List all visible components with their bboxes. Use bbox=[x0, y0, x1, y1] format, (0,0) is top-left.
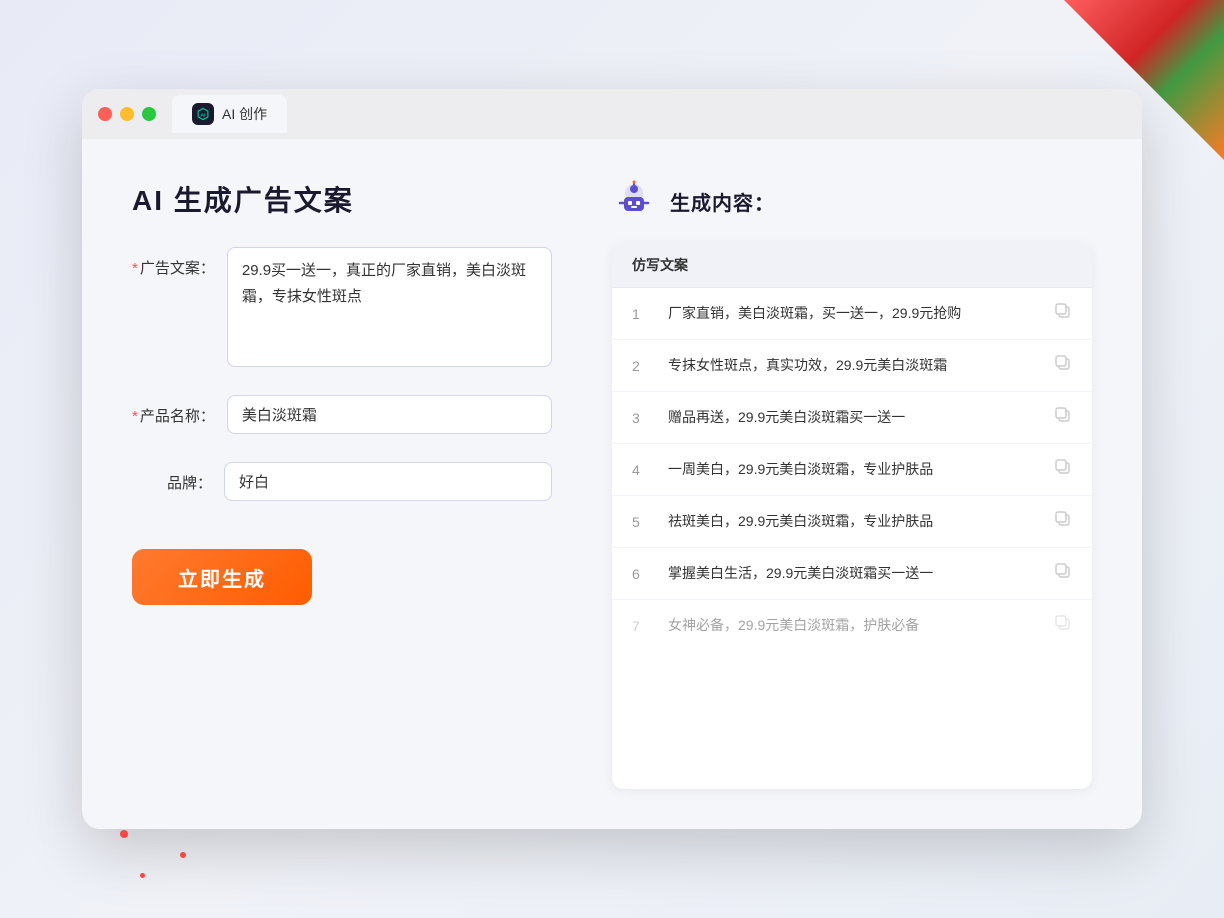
product-name-group: *产品名称： bbox=[132, 395, 552, 434]
table-row: 5 祛斑美白，29.9元美白淡斑霜，专业护肤品 bbox=[612, 496, 1092, 548]
row-number: 2 bbox=[632, 358, 652, 374]
row-text: 赠品再送，29.9元美白淡斑霜买一送一 bbox=[668, 407, 1038, 428]
table-row: 4 一周美白，29.9元美白淡斑霜，专业护肤品 bbox=[612, 444, 1092, 496]
table-rows-container: 1 厂家直销，美白淡斑霜，买一送一，29.9元抢购 2 专抹女性斑点，真实功效，29… bbox=[612, 288, 1092, 651]
row-number: 4 bbox=[632, 462, 652, 478]
left-panel: AI 生成广告文案 *广告文案： 29.9买一送一，真正的厂家直销，美白淡斑霜，… bbox=[132, 179, 552, 789]
tab-label: AI 创作 bbox=[222, 104, 267, 124]
svg-text:AI: AI bbox=[201, 112, 207, 118]
row-number: 5 bbox=[632, 514, 652, 530]
ad-copy-label: *广告文案： bbox=[132, 247, 215, 278]
copy-icon[interactable] bbox=[1054, 354, 1072, 377]
table-header: 仿写文案 bbox=[612, 243, 1092, 288]
generate-button[interactable]: 立即生成 bbox=[132, 549, 312, 605]
main-content: AI 生成广告文案 *广告文案： 29.9买一送一，真正的厂家直销，美白淡斑霜，… bbox=[82, 139, 1142, 829]
row-text: 一周美白，29.9元美白淡斑霜，专业护肤品 bbox=[668, 459, 1038, 480]
table-row: 1 厂家直销，美白淡斑霜，买一送一，29.9元抢购 bbox=[612, 288, 1092, 340]
decorative-dot-1 bbox=[120, 830, 128, 838]
table-row: 6 掌握美白生活，29.9元美白淡斑霜买一送一 bbox=[612, 548, 1092, 600]
row-number: 7 bbox=[632, 618, 652, 634]
table-row: 3 赠品再送，29.9元美白淡斑霜买一送一 bbox=[612, 392, 1092, 444]
table-row: 7 女神必备，29.9元美白淡斑霜，护肤必备 bbox=[612, 600, 1092, 651]
copy-icon[interactable] bbox=[1054, 458, 1072, 481]
copy-icon[interactable] bbox=[1054, 562, 1072, 585]
ad-copy-input[interactable]: 29.9买一送一，真正的厂家直销，美白淡斑霜，专抹女性斑点 bbox=[227, 247, 552, 367]
copy-icon[interactable] bbox=[1054, 406, 1072, 429]
ad-copy-group: *广告文案： 29.9买一送一，真正的厂家直销，美白淡斑霜，专抹女性斑点 bbox=[132, 247, 552, 367]
ai-logo-icon: AI bbox=[192, 103, 214, 125]
row-number: 6 bbox=[632, 566, 652, 582]
brand-input[interactable] bbox=[224, 462, 552, 501]
copy-icon[interactable] bbox=[1054, 614, 1072, 637]
result-section-title: 生成内容： bbox=[670, 187, 775, 216]
required-star-product: * bbox=[132, 408, 138, 425]
decorative-dot-3 bbox=[140, 873, 145, 878]
product-name-input[interactable] bbox=[227, 395, 552, 434]
product-name-label: *产品名称： bbox=[132, 395, 215, 426]
browser-window: AI AI 创作 AI 生成广告文案 *广告文案： 29.9买一送一，真正的厂家… bbox=[82, 89, 1142, 829]
row-text: 祛斑美白，29.9元美白淡斑霜，专业护肤品 bbox=[668, 511, 1038, 532]
close-button[interactable] bbox=[98, 107, 112, 121]
minimize-button[interactable] bbox=[120, 107, 134, 121]
row-number: 3 bbox=[632, 410, 652, 426]
brand-group: 品牌： bbox=[132, 462, 552, 501]
copy-icon[interactable] bbox=[1054, 302, 1072, 325]
brand-label: 品牌： bbox=[132, 462, 212, 493]
row-number: 1 bbox=[632, 306, 652, 322]
right-panel: 生成内容： 仿写文案 1 厂家直销，美白淡斑霜，买一送一，29.9元抢购 2 专抹女… bbox=[612, 179, 1092, 789]
required-star-ad: * bbox=[132, 260, 138, 277]
decorative-dot-2 bbox=[180, 852, 186, 858]
table-row: 2 专抹女性斑点，真实功效，29.9元美白淡斑霜 bbox=[612, 340, 1092, 392]
result-header: 生成内容： bbox=[612, 179, 1092, 223]
copy-icon[interactable] bbox=[1054, 510, 1072, 533]
row-text: 女神必备，29.9元美白淡斑霜，护肤必备 bbox=[668, 615, 1038, 636]
active-tab[interactable]: AI AI 创作 bbox=[172, 95, 287, 133]
page-title: AI 生成广告文案 bbox=[132, 179, 552, 219]
result-table: 仿写文案 1 厂家直销，美白淡斑霜，买一送一，29.9元抢购 2 专抹女性斑点，真实… bbox=[612, 243, 1092, 789]
traffic-lights bbox=[98, 107, 156, 121]
row-text: 专抹女性斑点，真实功效，29.9元美白淡斑霜 bbox=[668, 355, 1038, 376]
title-bar: AI AI 创作 bbox=[82, 89, 1142, 139]
robot-icon bbox=[612, 179, 656, 223]
row-text: 厂家直销，美白淡斑霜，买一送一，29.9元抢购 bbox=[668, 303, 1038, 324]
row-text: 掌握美白生活，29.9元美白淡斑霜买一送一 bbox=[668, 563, 1038, 584]
maximize-button[interactable] bbox=[142, 107, 156, 121]
